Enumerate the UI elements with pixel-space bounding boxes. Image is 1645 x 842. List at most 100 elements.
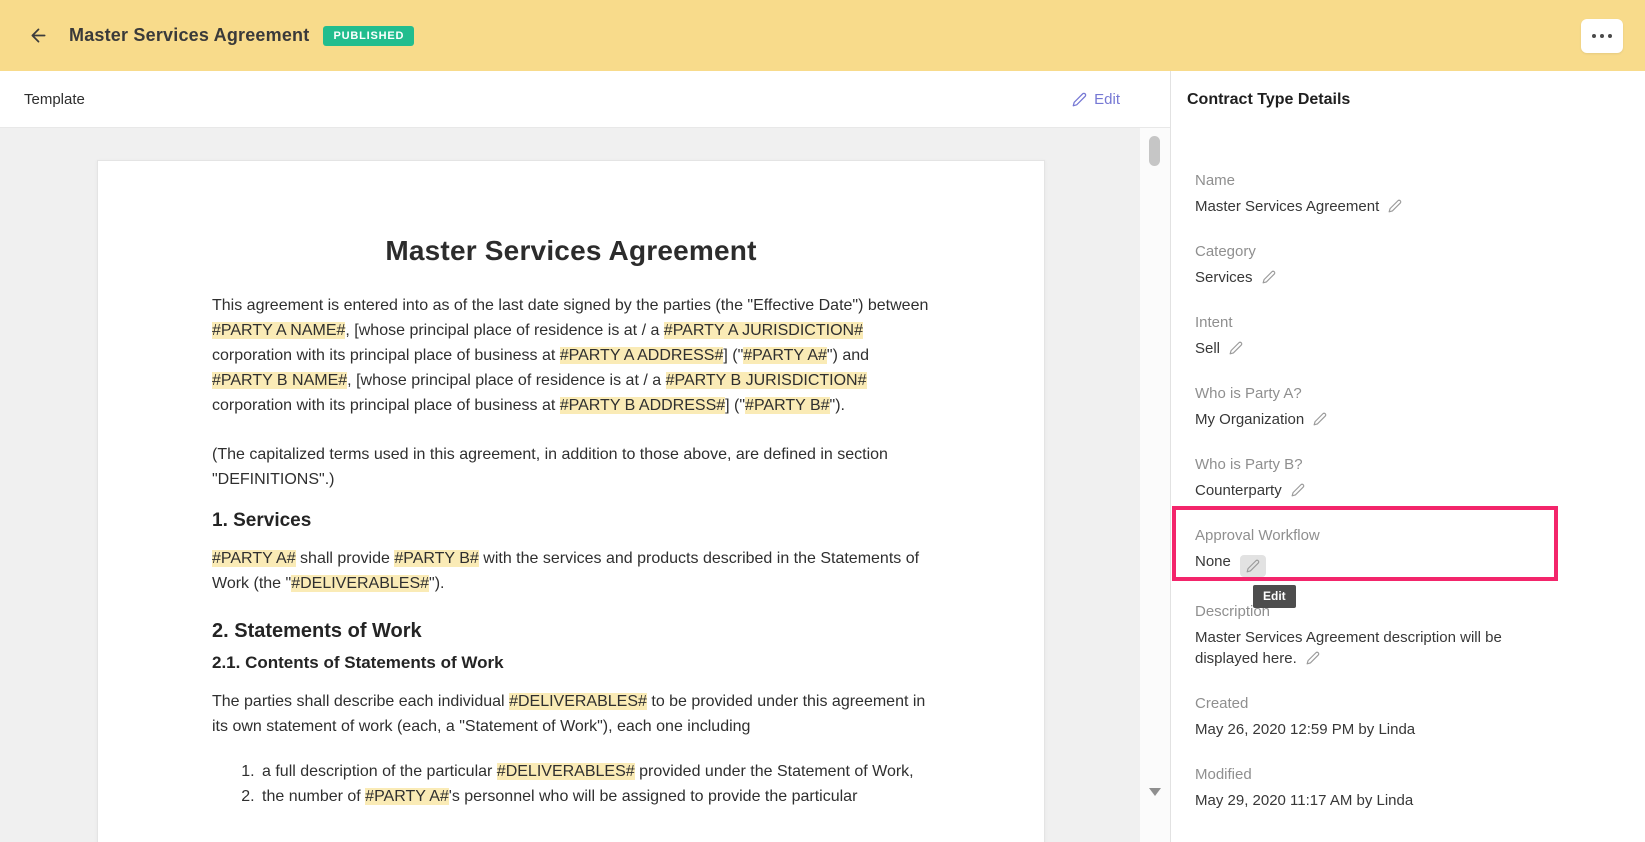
edit-pencil-icon[interactable] <box>1240 555 1266 577</box>
field-value-text: May 26, 2020 12:59 PM by Linda <box>1195 721 1415 738</box>
merge-field: #PARTY B# <box>745 397 830 414</box>
text-run: the number of <box>262 788 365 805</box>
scrollbar-down-arrow[interactable] <box>1149 788 1161 796</box>
text-run: 1. Services <box>212 510 311 531</box>
pencil-icon <box>1072 92 1087 107</box>
page-title: Master Services Agreement <box>69 25 309 46</box>
sidebar-field-approval-workflow: Approval Workflow None <box>1195 526 1558 577</box>
template-edit-button[interactable]: Edit <box>1072 91 1120 108</box>
field-value-text: May 29, 2020 11:17 AM by Linda <box>1195 792 1413 809</box>
document-list: a full description of the particular #DE… <box>212 759 930 809</box>
field-label: Modified <box>1195 765 1558 785</box>
field-value: Master Services Agreement <box>1195 196 1558 217</box>
text-run: , [whose principal place of residence is… <box>347 372 665 389</box>
text-run: a full description of the particular <box>262 763 497 780</box>
document-paragraph: (The capitalized terms used in this agre… <box>212 442 930 492</box>
merge-field: #DELIVERABLES# <box>509 693 647 710</box>
ellipsis-icon <box>1592 34 1612 38</box>
text-run: , [whose principal place of residence is… <box>345 322 663 339</box>
merge-field: #PARTY B JURISDICTION# <box>666 372 867 389</box>
top-header: Master Services Agreement PUBLISHED <box>0 0 1645 71</box>
merge-field: #PARTY A# <box>212 550 296 567</box>
document-paragraph: #PARTY A# shall provide #PARTY B# with t… <box>212 546 930 596</box>
scrollbar-track[interactable] <box>1140 128 1170 842</box>
field-label: Description <box>1195 602 1558 622</box>
sidebar-field-who-is-party-a: Who is Party A? My Organization <box>1195 384 1558 430</box>
field-value-text: Services <box>1195 269 1253 286</box>
text-run: 's personnel who will be assigned to pro… <box>449 788 858 805</box>
sidebar-field-intent: Intent Sell <box>1195 313 1558 359</box>
field-value: Master Services Agreement description wi… <box>1195 627 1558 669</box>
document-heading: 2. Statements of Work <box>212 620 930 643</box>
merge-field: #PARTY B NAME# <box>212 372 347 389</box>
field-label: Created <box>1195 694 1558 714</box>
field-value: My Organization <box>1195 409 1558 430</box>
status-badge: PUBLISHED <box>323 26 414 46</box>
text-run: (The capitalized terms used in this agre… <box>212 446 888 488</box>
text-run: ] (" <box>725 397 745 414</box>
field-value: None <box>1195 551 1558 577</box>
text-run: "). <box>830 397 845 414</box>
merge-field: #DELIVERABLES# <box>291 575 429 592</box>
document-paragraph: This agreement is entered into as of the… <box>212 293 930 418</box>
merge-field: #PARTY A# <box>743 347 827 364</box>
edit-link-label: Edit <box>1094 91 1120 108</box>
field-value-text: None <box>1195 553 1231 570</box>
document-body: This agreement is entered into as of the… <box>212 293 930 809</box>
sidebar-field-modified: Modified May 29, 2020 11:17 AM by Linda <box>1195 765 1558 811</box>
sidebar-field-description: Description Master Services Agreement des… <box>1195 602 1558 669</box>
field-value-text: Counterparty <box>1195 482 1282 499</box>
field-label: Name <box>1195 171 1558 191</box>
field-value-text: My Organization <box>1195 411 1304 428</box>
text-run: The parties shall describe each individu… <box>212 693 509 710</box>
scrollbar-thumb[interactable] <box>1149 136 1160 166</box>
sidebar-field-who-is-party-b: Who is Party B? Counterparty <box>1195 455 1558 501</box>
back-button[interactable] <box>22 21 55 50</box>
merge-field: #PARTY A ADDRESS# <box>560 347 724 364</box>
contract-details-sidebar: Contract Type Details NameMaster Service… <box>1171 71 1644 842</box>
edit-pencil-icon[interactable] <box>1313 412 1327 426</box>
sidebar-fields: Name Master Services Agreement Category Ser… <box>1171 171 1644 811</box>
text-run: shall provide <box>296 550 395 567</box>
merge-field: #PARTY A JURISDICTION# <box>664 322 863 339</box>
field-value-text: Sell <box>1195 340 1220 357</box>
merge-field: #PARTY A NAME# <box>212 322 345 339</box>
field-value-text: Master Services Agreement <box>1195 198 1379 215</box>
document-title: Master Services Agreement <box>212 235 930 267</box>
field-value: Counterparty <box>1195 480 1558 501</box>
edit-pencil-icon[interactable] <box>1306 651 1320 665</box>
edit-pencil-icon[interactable] <box>1388 199 1402 213</box>
merge-field: #PARTY B# <box>394 550 479 567</box>
sidebar-field-created: Created May 26, 2020 12:59 PM by Linda <box>1195 694 1558 740</box>
edit-tooltip: Edit <box>1253 585 1296 608</box>
arrow-left-icon <box>28 25 49 46</box>
edit-pencil-icon[interactable] <box>1229 341 1243 355</box>
document-list-item: the number of #PARTY A#'s personnel who … <box>259 784 930 809</box>
text-run: ] (" <box>723 347 743 364</box>
more-options-button[interactable] <box>1581 19 1623 53</box>
document-list-item: a full description of the particular #DE… <box>259 759 930 784</box>
edit-pencil-icon[interactable] <box>1291 483 1305 497</box>
field-value: Sell <box>1195 338 1558 359</box>
field-label: Who is Party B? <box>1195 455 1558 475</box>
field-label: Approval Workflow <box>1195 526 1558 546</box>
merge-field: #PARTY B ADDRESS# <box>560 397 725 414</box>
text-run: corporation with its principal place of … <box>212 397 560 414</box>
document-heading: 1. Services <box>212 510 930 532</box>
template-preview-area: Master Services Agreement This agreement… <box>0 128 1170 842</box>
field-label: Who is Party A? <box>1195 384 1558 404</box>
field-value: Services <box>1195 267 1558 288</box>
text-run: ") and <box>827 347 869 364</box>
field-value: May 26, 2020 12:59 PM by Linda <box>1195 719 1558 740</box>
text-run: "). <box>429 575 444 592</box>
text-run: provided under the Statement of Work, <box>635 763 914 780</box>
document-page: Master Services Agreement This agreement… <box>97 160 1045 842</box>
sidebar-field-category: Category Services <box>1195 242 1558 288</box>
merge-field: #DELIVERABLES# <box>497 763 635 780</box>
field-label: Intent <box>1195 313 1558 333</box>
text-run: corporation with its principal place of … <box>212 347 560 364</box>
field-value-text: Master Services Agreement description wi… <box>1195 629 1502 667</box>
edit-pencil-icon[interactable] <box>1262 270 1276 284</box>
field-label: Category <box>1195 242 1558 262</box>
text-run: 2. Statements of Work <box>212 620 422 642</box>
